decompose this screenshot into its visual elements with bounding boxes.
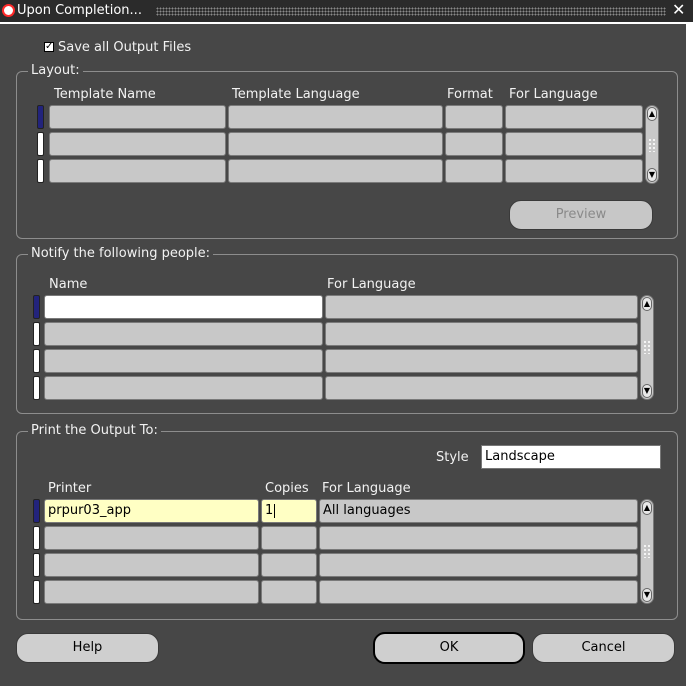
layout-for-language-cell[interactable] xyxy=(505,105,643,129)
template-language-cell[interactable] xyxy=(228,132,443,156)
col-copies: Copies xyxy=(265,481,309,496)
oracle-logo-icon xyxy=(2,4,15,17)
template-name-cell[interactable] xyxy=(49,159,226,183)
print-for-language-cell[interactable]: All languages xyxy=(319,499,638,523)
col-for-language: For Language xyxy=(509,87,598,102)
ok-button[interactable]: OK xyxy=(373,632,525,664)
notify-group-title: Notify the following people: xyxy=(28,246,214,261)
save-all-label[interactable]: Save all Output Files xyxy=(58,40,191,55)
layout-for-language-cell[interactable] xyxy=(505,159,643,183)
preview-button[interactable]: Preview xyxy=(509,200,653,230)
col-notify-for-language: For Language xyxy=(327,277,416,292)
upon-completion-window: Upon Completion... ✕ ✓ Save all Output F… xyxy=(0,0,693,686)
format-cell[interactable] xyxy=(445,159,503,183)
copies-cell[interactable] xyxy=(261,526,317,550)
scroll-up-icon[interactable]: ▲ xyxy=(647,107,657,121)
scroll-down-icon[interactable]: ▼ xyxy=(642,588,652,602)
scroll-down-icon[interactable]: ▼ xyxy=(647,168,657,182)
template-language-cell[interactable] xyxy=(228,105,443,129)
row-indicator[interactable] xyxy=(33,322,40,346)
notify-name-cell[interactable] xyxy=(44,349,323,373)
row-indicator[interactable] xyxy=(33,349,40,373)
format-cell[interactable] xyxy=(445,132,503,156)
scroll-grip-icon[interactable] xyxy=(643,544,651,558)
col-print-for-language: For Language xyxy=(322,481,411,496)
print-for-language-cell[interactable] xyxy=(319,553,638,577)
copies-cell[interactable]: 1 xyxy=(261,499,317,523)
col-name: Name xyxy=(49,277,88,292)
print-for-language-cell[interactable] xyxy=(319,526,638,550)
style-label: Style xyxy=(436,450,469,465)
template-language-cell[interactable] xyxy=(228,159,443,183)
cancel-button[interactable]: Cancel xyxy=(532,633,675,663)
notify-name-cell[interactable] xyxy=(44,295,323,319)
print-scrollbar[interactable]: ▲ ▼ xyxy=(640,499,654,604)
row-indicator[interactable] xyxy=(33,526,40,550)
copies-cell[interactable] xyxy=(261,580,317,604)
copies-value: 1 xyxy=(265,503,274,518)
printer-cell[interactable] xyxy=(44,526,259,550)
template-name-cell[interactable] xyxy=(49,105,226,129)
print-group-title: Print the Output To: xyxy=(28,423,161,438)
layout-scrollbar[interactable]: ▲ ▼ xyxy=(645,105,659,184)
template-name-cell[interactable] xyxy=(49,132,226,156)
close-icon[interactable]: ✕ xyxy=(672,0,685,19)
scroll-up-icon[interactable]: ▲ xyxy=(642,501,652,515)
scroll-grip-icon[interactable] xyxy=(648,138,656,152)
help-button[interactable]: Help xyxy=(16,633,159,663)
window-title: Upon Completion... xyxy=(17,3,142,18)
window-border-right xyxy=(686,22,693,686)
title-drag-grip[interactable] xyxy=(156,7,666,16)
title-bar[interactable]: Upon Completion... ✕ xyxy=(0,0,693,22)
row-indicator[interactable] xyxy=(33,499,40,523)
notify-for-language-cell[interactable] xyxy=(325,322,638,346)
format-cell[interactable] xyxy=(445,105,503,129)
row-indicator[interactable] xyxy=(33,376,40,400)
copies-cell[interactable] xyxy=(261,553,317,577)
row-indicator[interactable] xyxy=(33,553,40,577)
row-indicator[interactable] xyxy=(33,295,40,319)
save-all-checkbox[interactable]: ✓ xyxy=(44,42,54,52)
col-template-name: Template Name xyxy=(54,87,156,102)
text-cursor xyxy=(274,503,276,518)
layout-group-title: Layout: xyxy=(28,63,83,78)
notify-name-cell[interactable] xyxy=(44,376,323,400)
printer-cell[interactable] xyxy=(44,553,259,577)
notify-for-language-cell[interactable] xyxy=(325,376,638,400)
printer-cell[interactable] xyxy=(44,580,259,604)
row-indicator[interactable] xyxy=(37,132,44,156)
row-indicator[interactable] xyxy=(33,580,40,604)
notify-for-language-cell[interactable] xyxy=(325,349,638,373)
col-template-language: Template Language xyxy=(232,87,360,102)
layout-for-language-cell[interactable] xyxy=(505,132,643,156)
notify-for-language-cell[interactable] xyxy=(325,295,638,319)
notify-name-cell[interactable] xyxy=(44,322,323,346)
scroll-up-icon[interactable]: ▲ xyxy=(642,297,652,311)
printer-cell[interactable]: prpur03_app xyxy=(44,499,259,523)
col-printer: Printer xyxy=(48,481,92,496)
notify-scrollbar[interactable]: ▲ ▼ xyxy=(640,295,654,400)
print-for-language-cell[interactable] xyxy=(319,580,638,604)
col-format: Format xyxy=(447,87,493,102)
style-field[interactable]: Landscape xyxy=(481,445,661,469)
scroll-grip-icon[interactable] xyxy=(643,340,651,354)
row-indicator[interactable] xyxy=(37,105,44,129)
scroll-down-icon[interactable]: ▼ xyxy=(642,384,652,398)
row-indicator[interactable] xyxy=(37,159,44,183)
